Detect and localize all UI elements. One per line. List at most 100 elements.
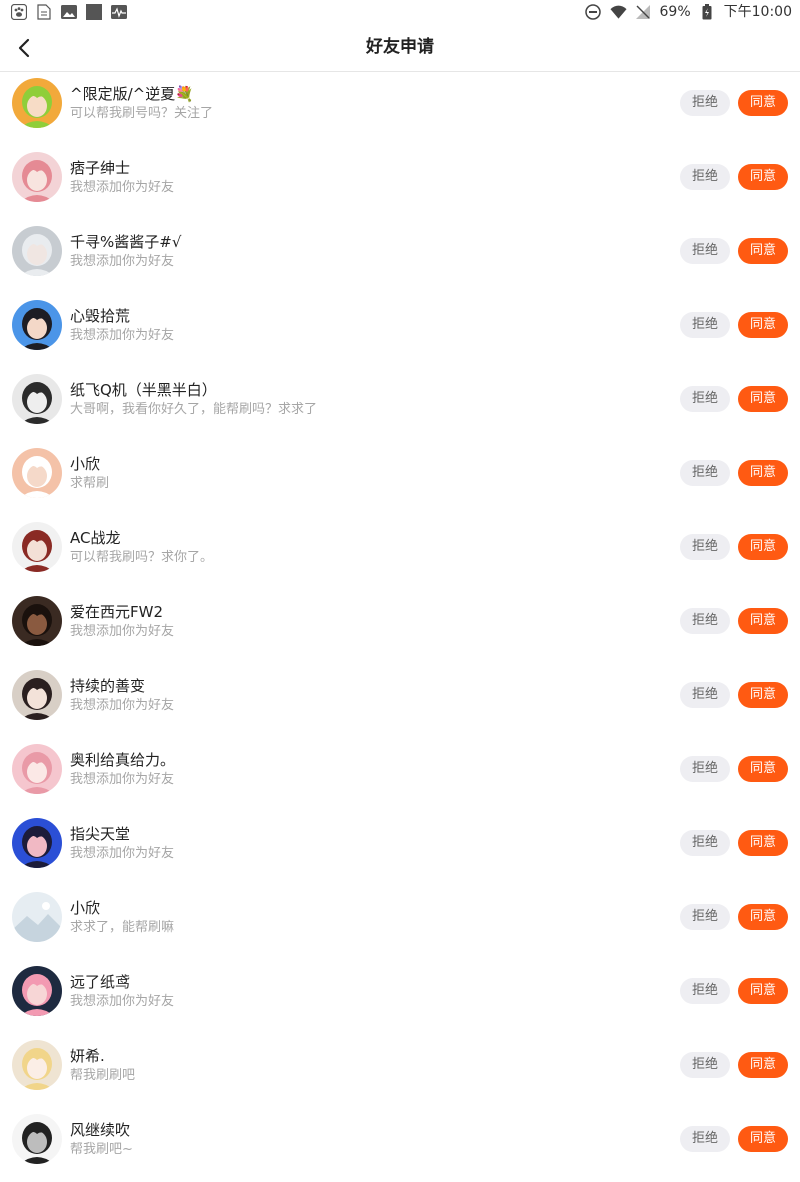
requester-name: 持续的善变 [70, 677, 146, 695]
reject-button[interactable]: 拒绝 [680, 682, 730, 708]
navigation-bar: 好友申请 [0, 24, 800, 72]
document-icon [35, 4, 52, 20]
bear-hat-avatar[interactable] [12, 448, 62, 498]
masked-boy-avatar[interactable] [12, 374, 62, 424]
reject-button[interactable]: 拒绝 [680, 460, 730, 486]
requester-name: 痞子绅士 [70, 159, 131, 177]
requester-name: 指尖天堂 [70, 825, 131, 843]
reject-button[interactable]: 拒绝 [680, 1052, 730, 1078]
do-not-disturb-icon [585, 4, 602, 20]
request-message: 大哥啊，我看你好久了，能帮刷吗？求求了 [70, 402, 318, 417]
request-message: 我想添加你为好友 [70, 846, 175, 861]
request-row[interactable]: 奥利给真给力。 我想添加你为好友 拒绝 同意 [0, 738, 800, 812]
pink-haired-girl-avatar[interactable] [12, 744, 62, 794]
request-row[interactable]: 持续的善变我想添加你为好友 拒绝 同意 [0, 664, 800, 738]
accept-button[interactable]: 同意 [738, 904, 788, 930]
reject-button[interactable]: 拒绝 [680, 756, 730, 782]
request-row[interactable]: 远了纸鸢 我想添加你为好友 拒绝 同意 [0, 960, 800, 1034]
black-haired-girl-avatar[interactable] [12, 300, 62, 350]
accept-button[interactable]: 同意 [738, 164, 788, 190]
no-sim-icon [635, 4, 652, 20]
requester-name: 妍希. [70, 1047, 105, 1065]
friend-request-list: ^限定版/^逆夏💐 可以帮我刷号吗？关注了 拒绝 同意 痞子绅士 我想添加你为好友 拒绝 同意… [0, 72, 800, 1182]
notification-icons [10, 4, 127, 20]
image-icon [60, 4, 77, 20]
page-title: 好友申请 [366, 37, 434, 57]
dark-haired-boy-avatar[interactable] [12, 670, 62, 720]
request-message: 我想添加你为好友 [70, 772, 175, 787]
request-message: 求求了，能帮刷嘛 [70, 920, 175, 935]
gray-square-icon [85, 4, 102, 20]
request-message: 帮我刷刷吧 [70, 1068, 136, 1083]
requester-name: 爱在西元FW2 [70, 603, 164, 621]
request-row[interactable]: 指尖天堂我想添加你为好友 拒绝 同意 [0, 812, 800, 886]
request-message: 我想添加你为好友 [70, 624, 175, 639]
accept-button[interactable]: 同意 [738, 386, 788, 412]
reject-button[interactable]: 拒绝 [680, 386, 730, 412]
blue-pink-girl-avatar[interactable] [12, 818, 62, 868]
reject-button[interactable]: 拒绝 [680, 608, 730, 634]
reject-button[interactable]: 拒绝 [680, 238, 730, 264]
request-row[interactable]: AC战龙 可以帮我刷吗？求你了。 拒绝 同意 [0, 516, 800, 590]
red-white-hair-avatar[interactable] [12, 522, 62, 572]
wifi-icon [609, 4, 627, 20]
accept-button[interactable]: 同意 [738, 312, 788, 338]
requester-name: 纸飞Q机（半黑半白） [70, 381, 217, 399]
request-row[interactable]: 小欣求帮刷 拒绝 同意 [0, 442, 800, 516]
pink-haired-dark-avatar[interactable] [12, 966, 62, 1016]
accept-button[interactable]: 同意 [738, 460, 788, 486]
request-row[interactable]: 风继续吹 帮我刷吧~ 拒绝 同意 [0, 1108, 800, 1182]
request-message: 我想添加你为好友 [70, 994, 175, 1009]
clock: 下午10:00 [723, 4, 792, 20]
request-row[interactable]: 痞子绅士我想添加你为好友 拒绝 同意 [0, 146, 800, 220]
accept-button[interactable]: 同意 [738, 1126, 788, 1152]
requester-name: 小欣 [70, 455, 101, 473]
reject-button[interactable]: 拒绝 [680, 830, 730, 856]
status-bar: 69% 下午10:00 [0, 0, 800, 24]
requester-name: 心毁拾荒 [70, 307, 131, 325]
reject-button[interactable]: 拒绝 [680, 1126, 730, 1152]
request-row[interactable]: 纸飞Q机（半黑半白） 大哥啊，我看你好久了，能帮刷吗？求求了 拒绝 同意 [0, 368, 800, 442]
accept-button[interactable]: 同意 [738, 534, 788, 560]
reject-button[interactable]: 拒绝 [680, 90, 730, 116]
dark-skin-girl-avatar[interactable] [12, 596, 62, 646]
activity-icon [110, 4, 127, 20]
system-status: 69% 下午10:00 [585, 3, 792, 21]
reject-button[interactable]: 拒绝 [680, 312, 730, 338]
accept-button[interactable]: 同意 [738, 978, 788, 1004]
request-row[interactable]: 妍希. 帮我刷刷吧 拒绝 同意 [0, 1034, 800, 1108]
default-landscape-avatar[interactable] [12, 892, 62, 942]
request-message: 我想添加你为好友 [70, 698, 175, 713]
request-row[interactable]: 小欣 求求了，能帮刷嘛 拒绝 同意 [0, 886, 800, 960]
reject-button[interactable]: 拒绝 [680, 978, 730, 1004]
blonde-girl-avatar[interactable] [12, 1040, 62, 1090]
reject-button[interactable]: 拒绝 [680, 904, 730, 930]
green-haired-anime-avatar[interactable] [12, 78, 62, 128]
reject-button[interactable]: 拒绝 [680, 164, 730, 190]
request-message: 我想添加你为好友 [70, 180, 175, 195]
pink-anime-avatar[interactable] [12, 152, 62, 202]
request-row[interactable]: ^限定版/^逆夏💐 可以帮我刷号吗？关注了 拒绝 同意 [0, 72, 800, 146]
accept-button[interactable]: 同意 [738, 756, 788, 782]
requester-name: 风继续吹 [70, 1121, 131, 1139]
accept-button[interactable]: 同意 [738, 830, 788, 856]
black-white-figure-avatar[interactable] [12, 1114, 62, 1164]
request-row[interactable]: 千寻%酱酱子#√ 我想添加你为好友 拒绝 同意 [0, 220, 800, 294]
paw-app-icon [10, 4, 27, 20]
reject-button[interactable]: 拒绝 [680, 534, 730, 560]
requester-name: ^限定版/^逆夏💐 [70, 85, 194, 103]
requester-name: AC战龙 [70, 529, 121, 547]
accept-button[interactable]: 同意 [738, 608, 788, 634]
accept-button[interactable]: 同意 [738, 1052, 788, 1078]
request-row[interactable]: 爱在西元FW2 我想添加你为好友 拒绝 同意 [0, 590, 800, 664]
request-message: 我想添加你为好友 [70, 254, 175, 269]
request-message: 求帮刷 [70, 476, 110, 491]
request-row[interactable]: 心毁拾荒我想添加你为好友 拒绝 同意 [0, 294, 800, 368]
request-message: 我想添加你为好友 [70, 328, 175, 343]
requester-name: 奥利给真给力。 [70, 751, 176, 769]
requester-name: 千寻%酱酱子#√ [70, 233, 182, 251]
white-haired-anime-avatar[interactable] [12, 226, 62, 276]
accept-button[interactable]: 同意 [738, 90, 788, 116]
accept-button[interactable]: 同意 [738, 238, 788, 264]
accept-button[interactable]: 同意 [738, 682, 788, 708]
